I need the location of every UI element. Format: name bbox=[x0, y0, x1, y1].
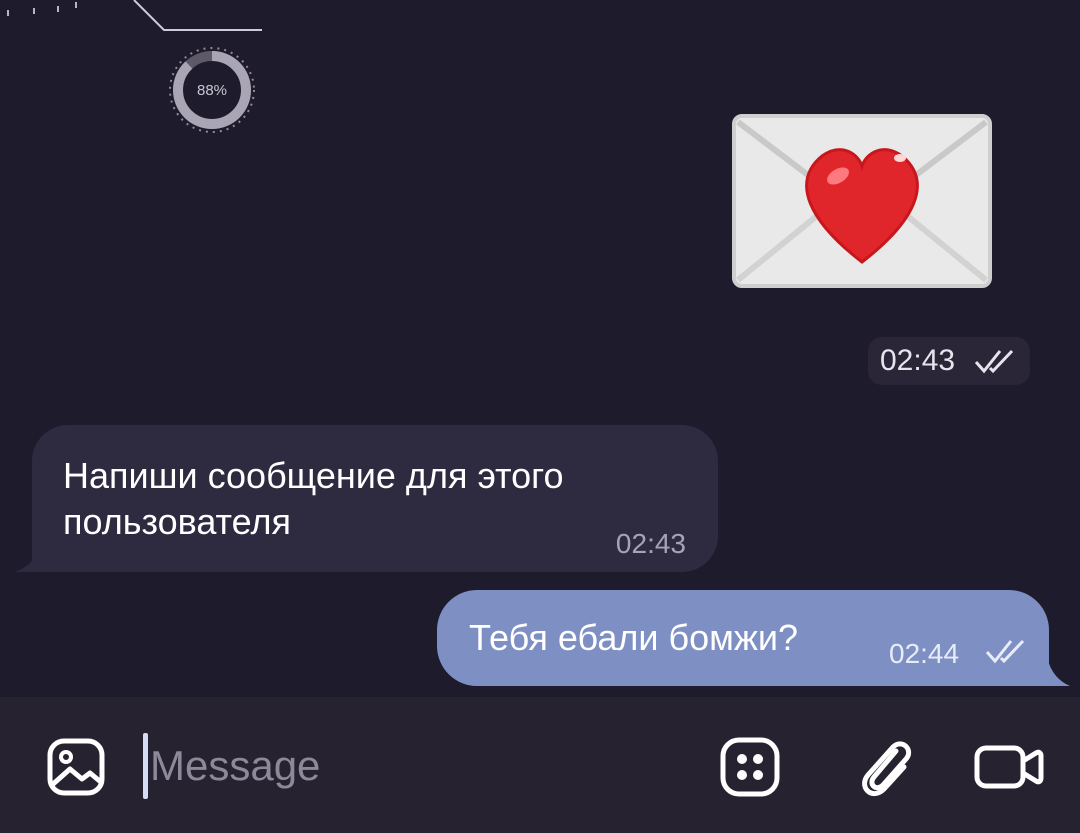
envelope-heart-sticker[interactable] bbox=[730, 112, 994, 292]
video-camera-icon bbox=[974, 745, 1044, 789]
incoming-message[interactable]: Напиши сообщение для этого пользователя … bbox=[32, 425, 718, 572]
message-input[interactable] bbox=[142, 728, 682, 804]
chat-area[interactable]: 88% 02:43 Напиши сообщение для этого пол… bbox=[0, 0, 1080, 697]
sticker-button[interactable] bbox=[714, 731, 786, 803]
outgoing-message-time: 02:44 bbox=[889, 638, 960, 669]
outgoing-message-text: Тебя ебали бомжи? bbox=[469, 617, 799, 658]
sticker-grid-icon bbox=[720, 737, 780, 797]
progress-label: 88% bbox=[196, 81, 228, 99]
incoming-message-time: 02:43 bbox=[615, 528, 686, 559]
double-check-icon bbox=[974, 349, 1014, 374]
attach-button[interactable] bbox=[850, 731, 922, 803]
outgoing-message[interactable]: Тебя ебали бомжи? 02:44 bbox=[437, 590, 1049, 686]
sticker-time: 02:43 bbox=[880, 344, 956, 377]
video-message-button[interactable] bbox=[972, 731, 1044, 803]
double-check-icon bbox=[985, 639, 1025, 664]
image-icon bbox=[47, 738, 105, 796]
paperclip-icon bbox=[862, 741, 912, 797]
gallery-button[interactable] bbox=[40, 731, 112, 803]
sticker-time-badge: 02:43 bbox=[868, 337, 1030, 385]
incoming-message-text: Напиши сообщение для этого пользователя bbox=[63, 455, 564, 542]
